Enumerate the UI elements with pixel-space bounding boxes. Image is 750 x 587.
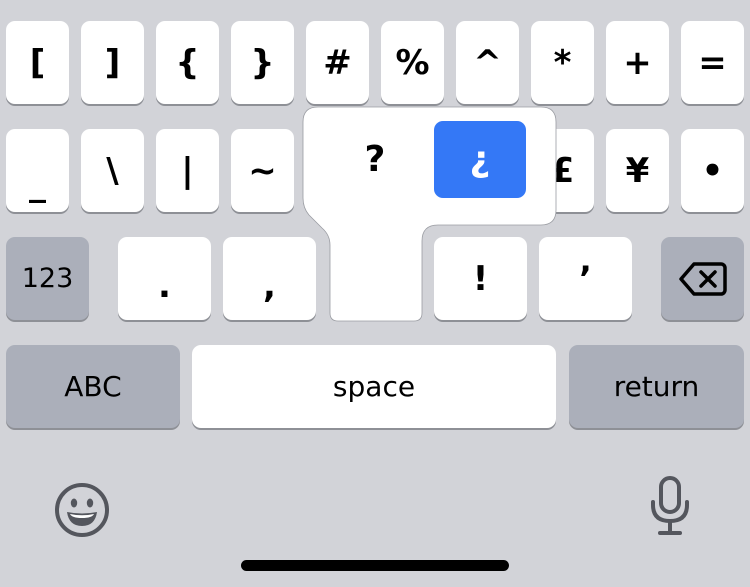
- key-abc[interactable]: ABC: [6, 345, 180, 428]
- key-hash[interactable]: #: [306, 21, 369, 104]
- key-percent[interactable]: %: [381, 21, 444, 104]
- key-left-brace[interactable]: {: [156, 21, 219, 104]
- microphone-icon[interactable]: [640, 474, 700, 538]
- key-asterisk[interactable]: *: [531, 21, 594, 104]
- key-pipe[interactable]: |: [156, 129, 219, 212]
- key-right-brace[interactable]: }: [231, 21, 294, 104]
- key-tilde[interactable]: ~: [231, 129, 294, 212]
- key-123[interactable]: 123: [6, 237, 89, 320]
- key-exclamation[interactable]: !: [434, 237, 527, 320]
- key-space[interactable]: space: [192, 345, 556, 428]
- key-underscore[interactable]: _: [6, 129, 69, 212]
- key-equals[interactable]: =: [681, 21, 744, 104]
- key-backslash[interactable]: \: [81, 129, 144, 212]
- backspace-icon: [678, 261, 727, 297]
- key-bullet[interactable]: •: [681, 129, 744, 212]
- emoji-icon[interactable]: [52, 480, 112, 540]
- home-indicator: [241, 560, 509, 571]
- key-left-bracket[interactable]: [: [6, 21, 69, 104]
- key-pound[interactable]: £: [531, 129, 594, 212]
- key-yen[interactable]: ¥: [606, 129, 669, 212]
- popup-option-inverted-question[interactable]: ¿: [434, 121, 526, 198]
- key-period[interactable]: .: [118, 237, 211, 320]
- key-comma[interactable]: ,: [223, 237, 316, 320]
- key-right-bracket[interactable]: ]: [81, 21, 144, 104]
- key-delete[interactable]: [661, 237, 744, 320]
- key-apostrophe[interactable]: ’: [539, 237, 632, 320]
- key-caret[interactable]: ^: [456, 21, 519, 104]
- key-plus[interactable]: +: [606, 21, 669, 104]
- key-return[interactable]: return: [569, 345, 744, 428]
- popup-option-question[interactable]: ?: [329, 121, 421, 198]
